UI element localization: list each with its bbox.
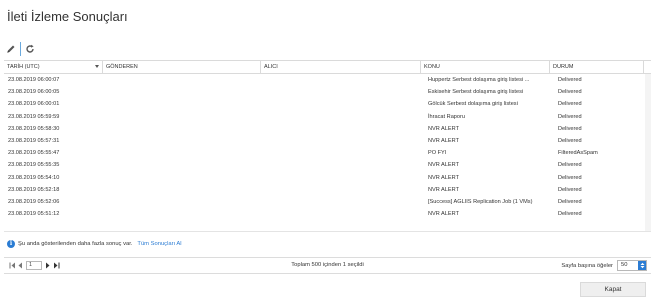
table-row[interactable]: 23.08.2019 05:55:35 NVR ALERT Delivered [4, 159, 651, 171]
cell-date: 23.08.2019 05:54:10 [8, 174, 60, 181]
table-row[interactable]: 23.08.2019 05:52:18 NVR ALERT Delivered [4, 184, 651, 196]
column-header-date[interactable]: TARİH (UTC) [4, 61, 103, 73]
grid-scrollbar[interactable] [645, 74, 651, 231]
cell-status: Delivered [558, 174, 582, 181]
cell-subject: PO FYI [428, 150, 447, 157]
selection-summary: Toplam 500 içinden 1 seçildi [291, 262, 364, 268]
cell-subject: NVR ALERT [428, 137, 459, 144]
table-row[interactable]: 23.08.2019 06:00:05 Eskisehir Serbest do… [4, 86, 651, 98]
table-row[interactable]: 23.08.2019 06:00:07 Huppertz Serbest dol… [4, 74, 651, 86]
table-row[interactable]: 23.08.2019 05:55:47 PO FYI FilteredAsSpa… [4, 147, 651, 159]
cell-date: 23.08.2019 05:52:06 [8, 198, 60, 205]
cell-status: Delivered [558, 113, 582, 120]
refresh-icon[interactable] [24, 43, 36, 55]
cell-subject: NVR ALERT [428, 186, 459, 193]
get-all-results-link[interactable]: Tüm Sonuçları Al [137, 241, 181, 247]
cell-subject: NVR ALERT [428, 211, 459, 218]
more-results-message: Şu anda gösterilenden daha fazla sonuç v… [18, 241, 133, 247]
cell-subject: Gölcük Serbest dolaşıma giriş listesi [428, 101, 518, 108]
cell-subject: Eskisehir Serbest dolaşıma giriş listesi [428, 89, 524, 96]
cell-date: 23.08.2019 05:57:31 [8, 137, 60, 144]
cell-date: 23.08.2019 06:00:07 [8, 77, 60, 83]
cell-date: 23.08.2019 05:58:30 [8, 125, 60, 132]
page-title: İleti İzleme Sonuçları [7, 9, 128, 24]
cell-status: Delivered [558, 186, 582, 193]
per-page-control: Sayfa başına öğeler 50 [561, 260, 647, 271]
cell-date: 23.08.2019 06:00:05 [8, 89, 60, 96]
column-header-sender[interactable]: GÖNDEREN [103, 61, 261, 73]
sort-desc-icon [95, 65, 99, 68]
cell-subject: NVR ALERT [428, 162, 459, 169]
grid-header: TARİH (UTC) GÖNDEREN ALICI KONU DURUM [4, 60, 651, 74]
cell-status: Delivered [558, 162, 582, 169]
cell-subject: NVR ALERT [428, 174, 459, 181]
column-header-subject[interactable]: KONU [421, 61, 550, 73]
cell-date: 23.08.2019 06:00:01 [8, 101, 60, 108]
cell-status: Delivered [558, 211, 582, 218]
column-header-status[interactable]: DURUM [550, 61, 644, 73]
cell-status: Delivered [558, 101, 582, 108]
column-header-recipient[interactable]: ALICI [261, 61, 421, 73]
table-row[interactable]: 23.08.2019 05:59:59 İhracat Raporu Deliv… [4, 111, 651, 123]
results-grid: TARİH (UTC) GÖNDEREN ALICI KONU DURUM 23… [4, 60, 651, 232]
cell-date: 23.08.2019 05:55:35 [8, 162, 60, 169]
cell-date: 23.08.2019 05:59:59 [8, 113, 60, 120]
cell-status: Delivered [558, 89, 582, 96]
pencil-icon[interactable] [5, 43, 17, 55]
cell-subject: İhracat Raporu [428, 113, 466, 120]
cell-status: Delivered [558, 77, 582, 83]
table-row[interactable]: 23.08.2019 05:57:31 NVR ALERT Delivered [4, 135, 651, 147]
cell-subject: [Success] AGLIIS Replication Job (1 VMs) [428, 198, 533, 205]
per-page-label: Sayfa başına öğeler [561, 262, 613, 269]
cell-subject: Huppertz Serbest dolaşıma giriş listesi … [428, 77, 530, 83]
more-results-notice: i Şu anda gösterilenden daha fazla sonuç… [7, 240, 182, 248]
cell-status: FilteredAsSpam [558, 150, 598, 157]
pager: 1 Toplam 500 içinden 1 seçildi Sayfa baş… [4, 257, 651, 274]
cell-date: 23.08.2019 05:55:47 [8, 150, 60, 157]
cell-date: 23.08.2019 05:52:18 [8, 186, 60, 193]
cell-date: 23.08.2019 05:51:12 [8, 211, 60, 218]
table-row[interactable]: 23.08.2019 05:52:06 [Success] AGLIIS Rep… [4, 196, 651, 208]
table-row[interactable]: 23.08.2019 06:00:01 Gölcük Serbest dolaş… [4, 98, 651, 110]
table-row[interactable]: 23.08.2019 05:58:30 NVR ALERT Delivered [4, 123, 651, 135]
table-row[interactable]: 23.08.2019 05:51:12 NVR ALERT Delivered [4, 208, 651, 220]
info-icon: i [7, 240, 15, 248]
per-page-select[interactable]: 50 [617, 260, 647, 271]
grid-rows: 23.08.2019 06:00:07 Huppertz Serbest dol… [4, 74, 651, 220]
toolbar [5, 42, 36, 56]
chevron-updown-icon [638, 261, 646, 270]
cell-subject: NVR ALERT [428, 125, 459, 132]
close-button[interactable]: Kapat [580, 282, 646, 297]
cell-status: Delivered [558, 125, 582, 132]
table-row[interactable]: 23.08.2019 05:54:10 NVR ALERT Delivered [4, 172, 651, 184]
toolbar-separator [20, 42, 21, 56]
cell-status: Delivered [558, 137, 582, 144]
cell-status: Delivered [558, 198, 582, 205]
